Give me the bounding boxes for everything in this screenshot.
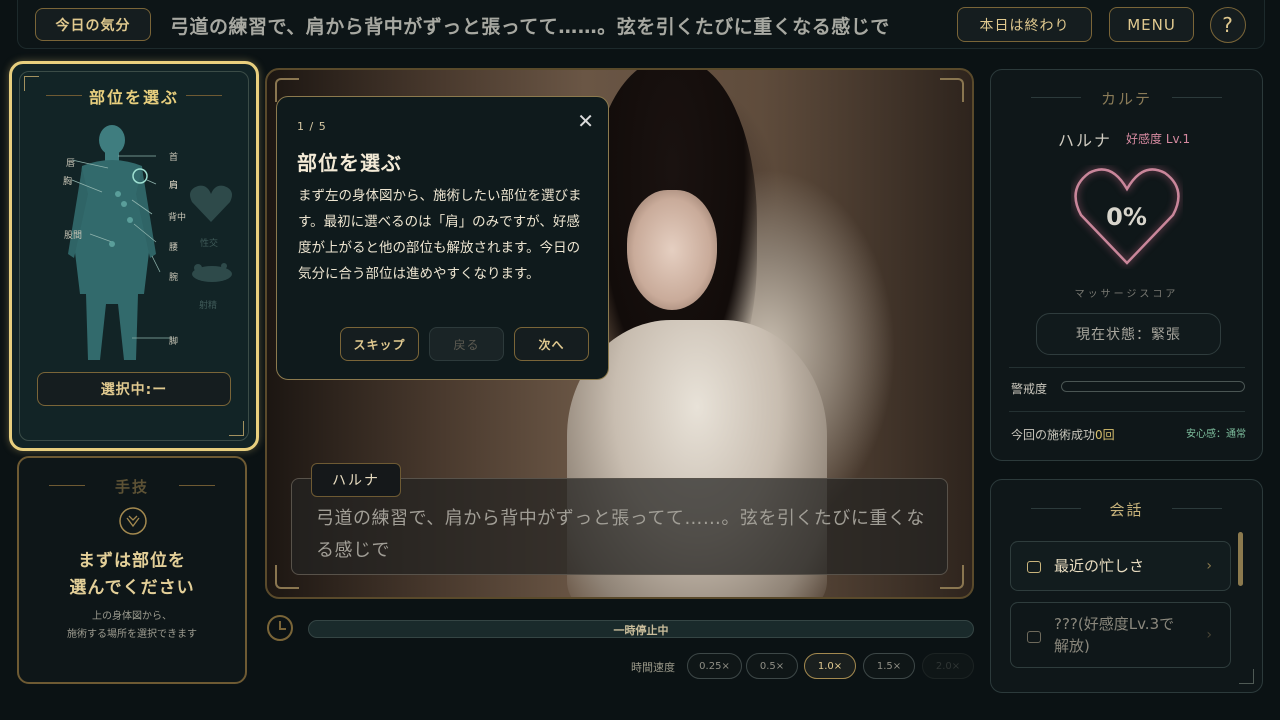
- body-part-panel: 部位を選ぶ 唇 胸 首 肩 背中 股間 腰 腕 脚 性交 射精 選択中:ー: [9, 61, 259, 451]
- success-count: 今回の施術成功0回: [1011, 426, 1115, 443]
- conversation-topic-busy[interactable]: 最近の忙しさ ›: [1010, 541, 1231, 591]
- conversation-topic-line: ???(好感度Lv.3で: [1054, 615, 1175, 633]
- speed-1.5-button[interactable]: 1.5×: [863, 653, 915, 679]
- body-part-neck[interactable]: 首: [169, 150, 178, 163]
- help-button[interactable]: ?: [1210, 7, 1246, 43]
- success-label: 今回の施術成功: [1011, 428, 1096, 442]
- selected-part-display: 選択中:ー: [37, 372, 231, 406]
- speech-bubble-icon: [1027, 631, 1041, 643]
- tutorial-popup: 1 / 5 ✕ 部位を選ぶ まず左の身体図から、施術したい部位を選びます。最初に…: [276, 96, 609, 380]
- conversation-topic-line: 解放): [1054, 637, 1090, 655]
- splash-lock-icon: [192, 263, 232, 282]
- end-day-button[interactable]: 本日は終わり: [957, 7, 1092, 42]
- conversation-topic-label: 最近の忙しさ: [1054, 557, 1145, 575]
- conversation-topic-label: ???(好感度Lv.3で 解放): [1054, 613, 1174, 657]
- technique-prompt: まずは部位を 選んでください: [19, 548, 245, 602]
- corner-ornament: [1239, 669, 1254, 684]
- tutorial-step-counter: 1 / 5: [297, 120, 327, 133]
- hand-icon: [119, 507, 147, 535]
- speed-2.0-button: 2.0×: [922, 653, 974, 679]
- body-part-crotch[interactable]: 股間: [64, 228, 82, 241]
- current-state-badge: 現在状態：緊張: [1036, 313, 1221, 355]
- massage-score-label: マッサージスコア: [1074, 289, 1179, 300]
- speech-bubble-icon: [1027, 561, 1041, 573]
- body-panel-title: 部位を選ぶ: [88, 88, 179, 107]
- divider: [1009, 367, 1245, 368]
- locked-sex-label: 性交: [200, 239, 219, 249]
- affection-level: 好感度 Lv.1: [1126, 132, 1191, 146]
- body-part-lips[interactable]: 唇: [66, 156, 75, 169]
- body-part-arm[interactable]: 腕: [169, 270, 178, 283]
- body-part-leg[interactable]: 脚: [169, 334, 178, 347]
- pause-status: 一時停止中: [613, 624, 669, 637]
- technique-panel: 手技 まずは部位を 選んでください 上の身体図から、 施術する場所を選択できます: [17, 456, 247, 684]
- tutorial-skip-button[interactable]: スキップ: [340, 327, 419, 361]
- dialog-text: 弓道の練習で、肩から背中がずっと張ってて……。弦を引くたびに重くなる感じで: [316, 508, 925, 561]
- tutorial-back-button: 戻る: [429, 327, 504, 361]
- chevron-right-icon: ›: [1206, 627, 1212, 643]
- safety-status: 安心感：通常: [1186, 429, 1246, 440]
- conversation-topic-locked: ???(好感度Lv.3で 解放) ›: [1010, 602, 1231, 668]
- character-face: [627, 190, 717, 310]
- technique-hint: 上の身体図から、 施術する場所を選択できます: [19, 608, 245, 644]
- speed-0.5-button[interactable]: 0.5×: [746, 653, 798, 679]
- karte-title: カルテ: [1100, 90, 1152, 108]
- technique-title: 手技: [114, 478, 149, 496]
- technique-prompt-line: 選んでください: [69, 578, 195, 598]
- massage-score-value: 0%: [1106, 203, 1147, 231]
- character-name: ハルナ: [1058, 131, 1113, 150]
- locked-ejaculation-label: 射精: [199, 301, 218, 311]
- success-value: 0回: [1095, 428, 1115, 442]
- karte-panel: カルテ ハルナ 好感度 Lv.1 0% マッサージスコア 現在状態：緊張 警戒度…: [990, 69, 1263, 461]
- menu-button[interactable]: MENU: [1109, 7, 1194, 42]
- technique-prompt-line: まずは部位を: [78, 551, 186, 571]
- body-part-shoulder[interactable]: 肩: [169, 178, 178, 191]
- time-speed-label: 時間速度: [631, 661, 675, 674]
- body-part-chest[interactable]: 胸: [63, 174, 72, 187]
- technique-hint-line: 施術する場所を選択できます: [67, 629, 197, 640]
- heart-lock-icon: [190, 185, 232, 222]
- speed-1.0-button[interactable]: 1.0×: [804, 653, 856, 679]
- alert-label: 警戒度: [1011, 382, 1048, 396]
- corner-ornament: [229, 421, 244, 436]
- divider: [1009, 411, 1245, 412]
- conversation-scrollbar[interactable]: [1238, 532, 1243, 586]
- tutorial-next-button[interactable]: 次へ: [514, 327, 589, 361]
- mood-button[interactable]: 今日の気分: [35, 8, 151, 41]
- close-icon[interactable]: ✕: [577, 109, 594, 133]
- conversation-title: 会話: [1109, 501, 1144, 519]
- alert-meter: [1061, 381, 1245, 392]
- technique-hint-line: 上の身体図から、: [92, 611, 172, 622]
- tutorial-title: 部位を選ぶ: [297, 151, 402, 175]
- mood-text: 弓道の練習で、肩から背中がずっと張ってて……。弦を引くたびに重くなる感じで: [170, 16, 890, 38]
- clock-icon: [267, 615, 293, 641]
- speed-0.25-button[interactable]: 0.25×: [687, 653, 742, 679]
- corner-ornament: [940, 78, 964, 102]
- conversation-panel: 会話 最近の忙しさ › ???(好感度Lv.3で 解放) ›: [990, 479, 1263, 693]
- tutorial-body: まず左の身体図から、施術したい部位を選びます。最初に選べるのは「肩」のみですが、…: [298, 188, 582, 282]
- chevron-right-icon: ›: [1206, 558, 1212, 574]
- speaker-name-tag: ハルナ: [311, 463, 401, 497]
- time-progress-bar: 一時停止中: [308, 620, 974, 638]
- body-part-back[interactable]: 背中: [168, 210, 186, 223]
- body-part-waist[interactable]: 腰: [169, 240, 178, 253]
